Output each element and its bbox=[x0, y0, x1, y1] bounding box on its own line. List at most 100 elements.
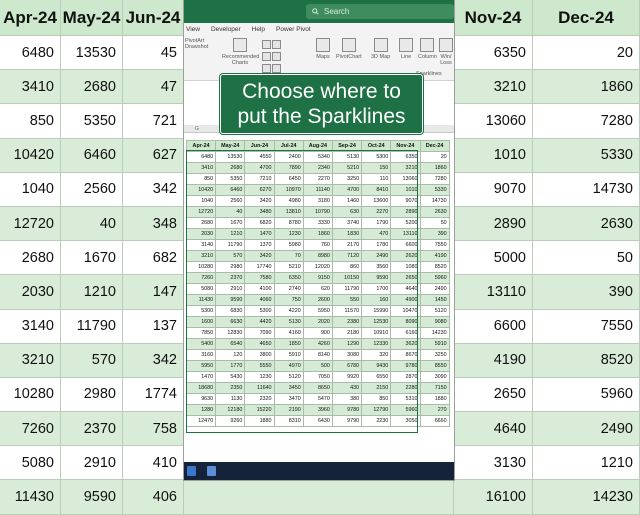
column-header-jul-24[interactable]: Jul-24 bbox=[273, 140, 304, 152]
table-cell[interactable]: 9590 bbox=[215, 294, 246, 306]
table-cell[interactable]: 9150 bbox=[302, 272, 333, 284]
table-cell[interactable]: 7050 bbox=[302, 371, 333, 383]
table-cell[interactable]: 11570 bbox=[331, 305, 363, 317]
scatter-chart-icon[interactable] bbox=[262, 64, 271, 73]
table-cell[interactable]: 1080 bbox=[390, 261, 421, 273]
table-cell[interactable]: 1790 bbox=[361, 217, 392, 229]
table-cell[interactable]: 6160 bbox=[390, 327, 421, 339]
table-cell[interactable]: 2870 bbox=[390, 371, 421, 383]
table-cell[interactable]: 4550 bbox=[244, 151, 275, 163]
pie-chart-icon[interactable] bbox=[262, 52, 271, 61]
table-cell[interactable]: 1860 bbox=[302, 228, 333, 240]
table-cell[interactable]: 860 bbox=[331, 261, 363, 273]
combo-chart-icon[interactable] bbox=[272, 64, 281, 73]
table-cell[interactable]: 8090 bbox=[390, 316, 421, 328]
table-cell[interactable]: 3050 bbox=[390, 415, 421, 427]
table-cell[interactable]: 4980 bbox=[273, 195, 304, 207]
table-cell[interactable]: 5120 bbox=[273, 371, 304, 383]
menu-view[interactable]: View bbox=[186, 26, 200, 33]
table-cell[interactable]: 12830 bbox=[215, 327, 246, 339]
spreadsheet-app-icon[interactable] bbox=[207, 466, 216, 476]
table-cell[interactable]: 10790 bbox=[302, 206, 333, 218]
table-cell[interactable]: 7580 bbox=[244, 272, 275, 284]
column-header-dec-24[interactable]: Dec-24 bbox=[419, 140, 450, 152]
table-cell[interactable]: 5330 bbox=[419, 184, 450, 196]
table-cell[interactable]: 3480 bbox=[244, 206, 275, 218]
table-cell[interactable]: 4700 bbox=[331, 184, 363, 196]
table-cell[interactable]: 6600 bbox=[390, 239, 421, 251]
line-chart-icon[interactable] bbox=[272, 40, 281, 49]
table-cell[interactable]: 6630 bbox=[215, 316, 246, 328]
table-cell[interactable]: 430 bbox=[331, 382, 363, 394]
table-cell[interactable]: 9590 bbox=[361, 272, 392, 284]
table-cell[interactable]: 1230 bbox=[273, 228, 304, 240]
table-cell[interactable]: 3180 bbox=[302, 195, 333, 207]
table-cell[interactable]: 7090 bbox=[244, 327, 275, 339]
table-cell[interactable]: 2370 bbox=[215, 272, 246, 284]
table-cell[interactable]: 2280 bbox=[390, 382, 421, 394]
table-cell[interactable]: 8310 bbox=[273, 415, 304, 427]
table-cell[interactable]: 2890 bbox=[390, 206, 421, 218]
table-cell[interactable]: 620 bbox=[302, 283, 333, 295]
table-cell[interactable]: 7850 bbox=[185, 327, 217, 339]
menu-help[interactable]: Help bbox=[252, 26, 265, 33]
table-cell[interactable]: 5910 bbox=[419, 338, 450, 350]
table-cell[interactable]: 5350 bbox=[215, 173, 246, 185]
table-cell[interactable]: 3210 bbox=[185, 250, 217, 262]
table-cell[interactable]: 6830 bbox=[215, 305, 246, 317]
table-cell[interactable]: 12180 bbox=[215, 404, 246, 416]
table-cell[interactable]: 7260 bbox=[185, 272, 217, 284]
table-cell[interactable]: 5080 bbox=[185, 283, 217, 295]
table-cell[interactable]: 1850 bbox=[273, 338, 304, 350]
table-cell[interactable]: 4190 bbox=[419, 250, 450, 262]
table-cell[interactable]: 500 bbox=[302, 360, 333, 372]
table-cell[interactable]: 1780 bbox=[361, 239, 392, 251]
table-cell[interactable]: 1460 bbox=[331, 195, 363, 207]
table-cell[interactable]: 470 bbox=[361, 228, 392, 240]
table-cell[interactable]: 4260 bbox=[302, 338, 333, 350]
table-cell[interactable]: 4100 bbox=[244, 283, 275, 295]
table-cell[interactable]: 150 bbox=[361, 162, 392, 174]
table-cell[interactable]: 390 bbox=[419, 228, 450, 240]
table-cell[interactable]: 13060 bbox=[390, 173, 421, 185]
table-cell[interactable]: 850 bbox=[185, 173, 217, 185]
table-cell[interactable]: 3420 bbox=[244, 250, 275, 262]
table-cell[interactable]: 3960 bbox=[302, 404, 333, 416]
table-cell[interactable]: 13600 bbox=[361, 195, 392, 207]
table-cell[interactable]: 10470 bbox=[390, 305, 421, 317]
column-header-oct-24[interactable]: Oct-24 bbox=[361, 140, 392, 152]
table-cell[interactable]: 3160 bbox=[185, 349, 217, 361]
table-cell[interactable]: 8410 bbox=[361, 184, 392, 196]
table-cell[interactable]: 2980 bbox=[215, 261, 246, 273]
column-header-jun-24[interactable]: Jun-24 bbox=[244, 140, 275, 152]
table-cell[interactable]: 5120 bbox=[419, 305, 450, 317]
table-cell[interactable]: 6270 bbox=[244, 184, 275, 196]
table-cell[interactable]: 3210 bbox=[390, 162, 421, 174]
search-box[interactable]: Search bbox=[306, 4, 454, 19]
table-cell[interactable]: 1880 bbox=[244, 415, 275, 427]
table-cell[interactable]: 9630 bbox=[185, 393, 217, 405]
table-cell[interactable]: 320 bbox=[361, 349, 392, 361]
table-cell[interactable]: 160 bbox=[361, 294, 392, 306]
table-cell[interactable]: 4160 bbox=[273, 327, 304, 339]
table-cell[interactable]: 11430 bbox=[185, 294, 217, 306]
table-cell[interactable]: 2150 bbox=[361, 382, 392, 394]
table-cell[interactable]: 12720 bbox=[185, 206, 217, 218]
table-cell[interactable]: 8550 bbox=[419, 360, 450, 372]
table-cell[interactable]: 6450 bbox=[273, 173, 304, 185]
table-cell[interactable]: 110 bbox=[361, 173, 392, 185]
table-cell[interactable]: 9780 bbox=[390, 360, 421, 372]
table-cell[interactable]: 5130 bbox=[273, 316, 304, 328]
app-icon[interactable] bbox=[187, 466, 196, 476]
table-cell[interactable]: 1370 bbox=[244, 239, 275, 251]
column-header-sep-24[interactable]: Sep-24 bbox=[331, 140, 363, 152]
menu-developer[interactable]: Developer bbox=[211, 26, 241, 33]
table-cell[interactable]: 5400 bbox=[185, 338, 217, 350]
table-cell[interactable]: 5950 bbox=[302, 305, 333, 317]
table-cell[interactable]: 40 bbox=[215, 206, 246, 218]
table-cell[interactable]: 4060 bbox=[244, 294, 275, 306]
column-header-aug-24[interactable]: Aug-24 bbox=[302, 140, 333, 152]
table-cell[interactable]: 12790 bbox=[361, 404, 392, 416]
table-cell[interactable]: 5210 bbox=[273, 261, 304, 273]
table-cell[interactable]: 5310 bbox=[390, 393, 421, 405]
